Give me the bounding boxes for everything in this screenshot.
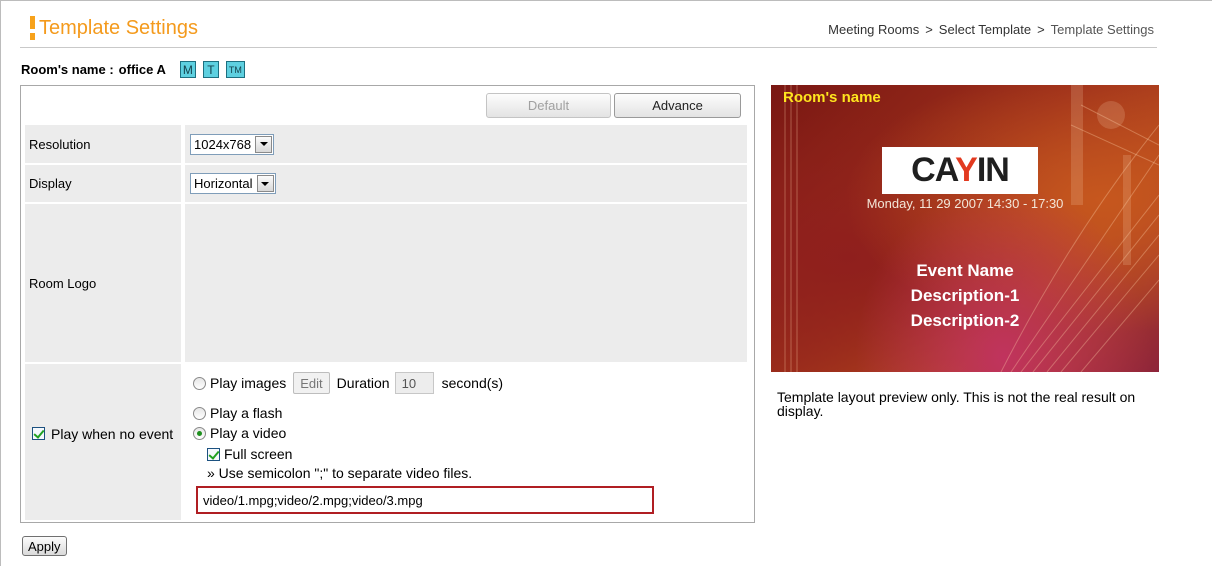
preview-logo: CAYIN xyxy=(882,147,1038,194)
mode-m-button[interactable]: M xyxy=(179,61,196,78)
play-when-no-event-cell: Play when no event xyxy=(25,364,181,520)
mode-tm-button[interactable]: TM xyxy=(225,61,245,78)
display-label: Display xyxy=(29,176,72,191)
chevron-down-icon xyxy=(256,175,274,192)
play-video-radio[interactable] xyxy=(193,426,206,440)
room-logo-label: Room Logo xyxy=(29,275,97,291)
edit-images-button[interactable]: Edit xyxy=(293,372,330,394)
breadcrumb-template-settings: Template Settings xyxy=(1050,22,1154,37)
breadcrumb-separator: > xyxy=(1037,22,1045,37)
full-screen-label: Full screen xyxy=(224,446,293,462)
play-flash-label: Play a flash xyxy=(210,405,283,421)
play-video-option: Play a video xyxy=(193,425,286,441)
advance-button[interactable]: Advance xyxy=(614,93,741,118)
video-separator-hint: » Use semicolon ";" to separate video fi… xyxy=(207,465,473,481)
header-divider xyxy=(20,47,1157,48)
play-images-option: Play images Edit Duration 10 second(s) xyxy=(193,372,503,394)
play-images-label: Play images xyxy=(210,375,287,391)
resolution-row: Resolution 1024x768 xyxy=(25,125,747,163)
room-name-label: Room's name : xyxy=(21,62,114,77)
title-accent-icon xyxy=(30,16,35,40)
play-when-no-event-checkbox[interactable] xyxy=(32,427,45,440)
display-select[interactable]: Horizontal xyxy=(190,173,276,194)
video-files-input[interactable]: video/1.mpg;video/2.mpg;video/3.mpg xyxy=(196,486,654,514)
full-screen-checkbox[interactable] xyxy=(207,447,220,461)
duration-label: Duration xyxy=(336,375,390,391)
resolution-select-value: 1024x768 xyxy=(194,136,252,152)
play-images-radio[interactable] xyxy=(193,376,206,390)
no-event-options: Play images Edit Duration 10 second(s) P… xyxy=(193,364,747,520)
room-logo-row: Room Logo xyxy=(25,204,747,362)
preview-datetime: Monday, 11 29 2007 14:30 - 17:30 xyxy=(866,196,1064,211)
breadcrumb-meeting-rooms[interactable]: Meeting Rooms xyxy=(828,22,919,37)
full-screen-option: Full screen xyxy=(207,446,292,462)
chevron-down-icon xyxy=(255,135,273,153)
page-header: Template Settings xyxy=(30,16,198,40)
play-flash-radio[interactable] xyxy=(193,406,206,420)
play-video-label: Play a video xyxy=(210,425,287,441)
resolution-select[interactable]: 1024x768 xyxy=(190,133,275,155)
preview-event-name: Event Name xyxy=(916,261,1014,280)
apply-button[interactable]: Apply xyxy=(22,536,67,556)
room-name-row: Room's name : office A M T TM xyxy=(21,61,252,78)
page-title: Template Settings xyxy=(39,16,198,39)
play-when-no-event-row: Play when no event Play images Edit Dura… xyxy=(25,364,747,520)
settings-toolbar: Default Advance xyxy=(21,86,754,125)
preview-description-2: Description-2 xyxy=(910,311,1020,330)
preview-room-name: Room's name xyxy=(783,89,881,106)
template-preview: Room's name CAYIN Monday, 11 29 2007 14:… xyxy=(771,85,1159,372)
display-row: Display Horizontal xyxy=(25,165,747,202)
room-name-value: office A xyxy=(118,62,166,77)
room-logo-area xyxy=(185,204,747,362)
default-button[interactable]: Default xyxy=(486,93,611,118)
play-when-no-event-label: Play when no event xyxy=(51,426,174,442)
preview-description-1: Description-1 xyxy=(910,286,1020,305)
play-flash-option: Play a flash xyxy=(193,405,282,421)
cayin-logo-icon: CAYIN xyxy=(911,151,1010,189)
settings-panel: Default Advance Resolution 1024x768 Disp… xyxy=(20,85,755,523)
preview-note: Template layout preview only. This is no… xyxy=(777,389,1136,419)
breadcrumb-separator: > xyxy=(925,22,933,37)
mode-t-button[interactable]: T xyxy=(202,61,219,78)
breadcrumb-select-template[interactable]: Select Template xyxy=(939,22,1031,37)
duration-input[interactable]: 10 xyxy=(394,372,434,394)
breadcrumb: Meeting Rooms > Select Template > Template S… xyxy=(828,22,1154,37)
resolution-label: Resolution xyxy=(29,136,91,152)
duration-unit: second(s) xyxy=(441,375,504,391)
display-select-value: Horizontal xyxy=(194,176,253,191)
